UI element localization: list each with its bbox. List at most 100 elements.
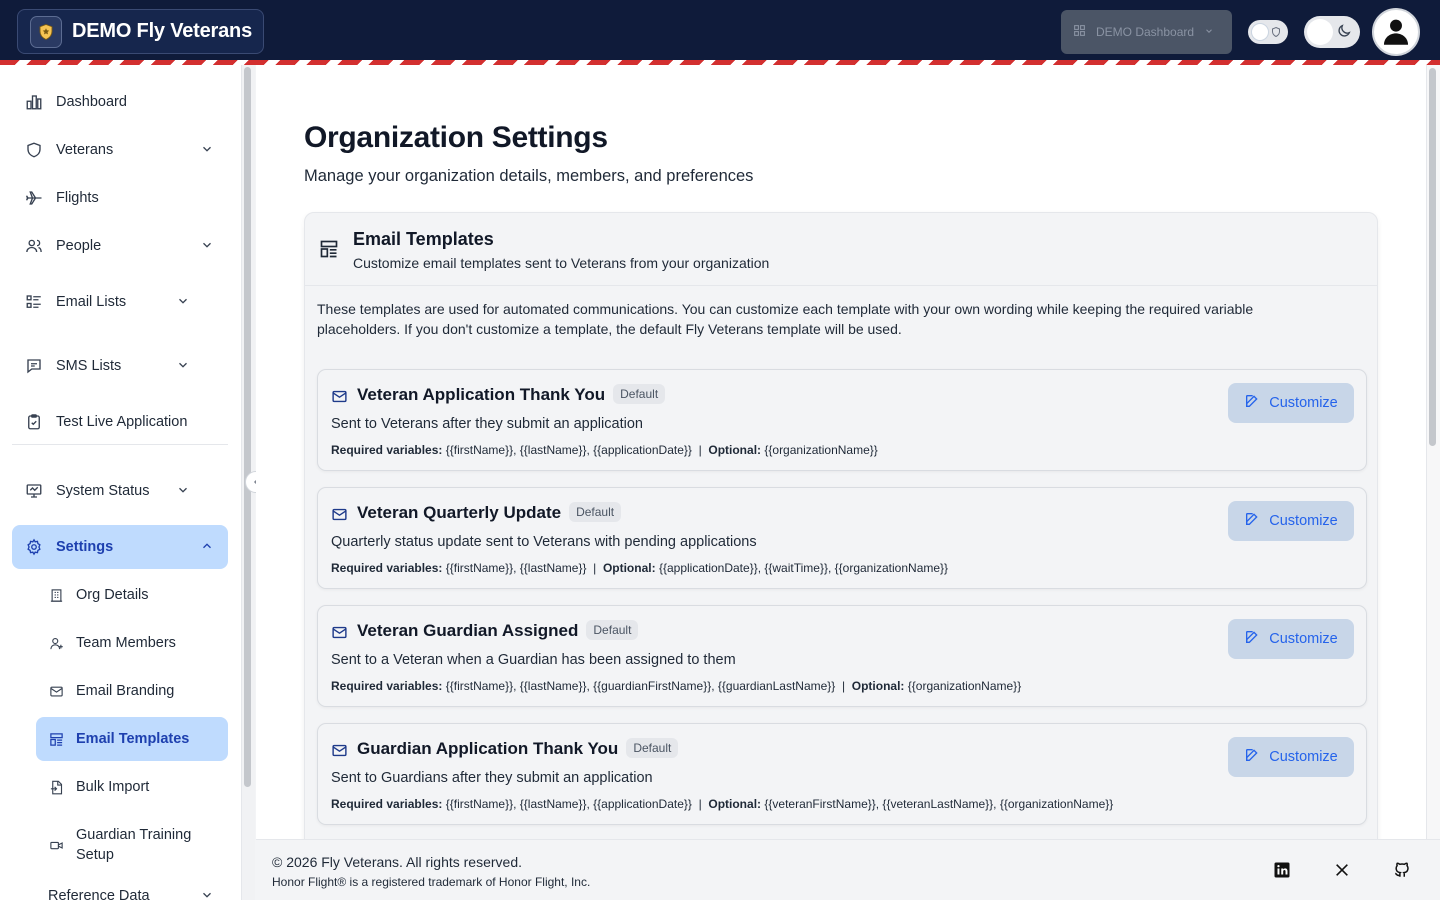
- sidebar-item-label: SMS Lists: [56, 358, 122, 374]
- sidebar-item-email-lists[interactable]: Email Lists: [12, 280, 204, 324]
- customize-button[interactable]: Customize: [1228, 737, 1354, 777]
- sidebar-scrollbar-thumb[interactable]: [244, 67, 251, 787]
- sidebar-item-sms-lists[interactable]: SMS Lists: [12, 344, 204, 388]
- sidebar-subitem-label: Email Templates: [76, 731, 190, 747]
- linkedin-icon[interactable]: [1272, 860, 1292, 880]
- sidebar-item-people[interactable]: People: [12, 224, 228, 268]
- template-description: Sent to a Veteran when a Guardian has be…: [331, 652, 736, 668]
- optional-variables: {{organizationName}}: [764, 443, 878, 457]
- template-name-text: Guardian Application Thank You: [357, 739, 619, 758]
- shield-logo-icon: [30, 15, 62, 48]
- chevron-down-icon: [200, 142, 214, 160]
- chevron-down-icon: [176, 358, 190, 376]
- sidebar-item-settings[interactable]: Settings: [12, 525, 228, 569]
- mail-icon: [331, 506, 348, 528]
- sidebar-subitem-label: Guardian Training Setup: [76, 825, 191, 865]
- sidebar-subitem-org-details[interactable]: Org Details: [36, 573, 228, 617]
- chevron-down-icon: [176, 294, 190, 312]
- chevron-up-icon: [200, 539, 214, 557]
- main-scrollbar-thumb[interactable]: [1429, 68, 1436, 446]
- template-name-text: Veteran Application Thank You: [357, 385, 606, 404]
- sidebar-subitem-team-members[interactable]: Team Members: [36, 621, 228, 665]
- grid-icon: [1073, 24, 1086, 40]
- github-icon[interactable]: [1392, 860, 1412, 880]
- required-variables: {{firstName}}, {{lastName}}, {{applicati…: [445, 443, 692, 457]
- template-variables: Required variables: {{firstName}}, {{las…: [331, 443, 878, 457]
- sidebar-subitem-label: Org Details: [76, 587, 149, 603]
- sidebar-item-reference-data[interactable]: Reference Data: [36, 874, 228, 900]
- video-icon: [48, 837, 64, 853]
- sidebar-subitem-email-branding[interactable]: Email Branding: [36, 669, 228, 713]
- mail-icon: [331, 742, 348, 764]
- brand-title: DEMO Fly Veterans: [72, 20, 252, 42]
- footer-copyright: © 2026 Fly Veterans. All rights reserved…: [272, 854, 522, 870]
- sidebar-item-test-live-application[interactable]: Test Live Application: [12, 400, 228, 444]
- template-description: Quarterly status update sent to Veterans…: [331, 534, 757, 550]
- sidebar-item-dashboard[interactable]: Dashboard: [12, 80, 228, 124]
- mode-toggle[interactable]: [1248, 20, 1288, 44]
- sidebar: Dashboard Veterans Flights People Email …: [0, 65, 241, 900]
- page-subtitle: Manage your organization details, member…: [304, 167, 754, 185]
- template-name: Veteran Guardian Assigned Default: [357, 620, 639, 641]
- mail-icon: [331, 388, 348, 410]
- plane-icon: [24, 188, 44, 208]
- customize-button[interactable]: Customize: [1228, 501, 1354, 541]
- shield-icon: [1270, 25, 1282, 43]
- monitor-icon: [24, 481, 44, 501]
- template-variables: Required variables: {{firstName}}, {{las…: [331, 561, 949, 575]
- sidebar-subitem-label: Email Branding: [76, 683, 175, 699]
- mail-icon: [331, 624, 348, 646]
- sidebar-subitem-guardian-training-setup[interactable]: Guardian Training Setup: [36, 819, 228, 871]
- card-title: Email Templates: [353, 229, 494, 249]
- optional-variables: {{applicationDate}}, {{waitTime}}, {{org…: [658, 561, 949, 575]
- chevron-down-icon: [1204, 25, 1214, 39]
- message-icon: [24, 356, 44, 376]
- template-name: Veteran Quarterly Update Default: [357, 502, 622, 523]
- sidebar-subitem-label: Team Members: [76, 635, 176, 651]
- gear-icon: [24, 537, 44, 557]
- toggle-knob: [1251, 23, 1269, 41]
- x-twitter-icon[interactable]: [1332, 860, 1352, 880]
- default-badge: Default: [586, 620, 639, 640]
- sidebar-item-flights[interactable]: Flights: [12, 176, 228, 220]
- shield-icon: [24, 140, 44, 160]
- sidebar-item-label: Flights: [56, 190, 99, 206]
- required-variables: {{firstName}}, {{lastName}}: [445, 561, 587, 575]
- template-icon: [319, 239, 339, 264]
- customize-button[interactable]: Customize: [1228, 383, 1354, 423]
- sidebar-item-label: Settings: [56, 539, 114, 555]
- template-name: Veteran Application Thank You Default: [357, 384, 666, 405]
- required-label: Required variables:: [331, 443, 443, 457]
- edit-icon: [1244, 511, 1260, 531]
- sidebar-item-label: Dashboard: [56, 94, 127, 110]
- sidebar-subitem-bulk-import[interactable]: Bulk Import: [36, 765, 228, 809]
- label-line: Setup: [76, 847, 114, 863]
- customize-label: Customize: [1269, 631, 1338, 647]
- dark-mode-toggle[interactable]: [1304, 16, 1360, 48]
- customize-button[interactable]: Customize: [1228, 619, 1354, 659]
- file-import-icon: [48, 779, 64, 795]
- template-row: Veteran Quarterly Update Default Quarterl…: [317, 487, 1367, 589]
- optional-label: Optional:: [708, 443, 762, 457]
- template-row: Guardian Application Thank You Default Se…: [317, 723, 1367, 825]
- sidebar-divider: [12, 444, 228, 445]
- sidebar-item-label: Reference Data: [48, 888, 150, 900]
- optional-variables: {{organizationName}}: [907, 679, 1022, 693]
- org-selector-label: DEMO Dashboard: [1096, 25, 1195, 39]
- sidebar-item-label: People: [56, 238, 102, 254]
- template-name: Guardian Application Thank You Default: [357, 738, 679, 759]
- toggle-knob: [1307, 19, 1333, 45]
- template-description: Sent to Veterans after they submit an ap…: [331, 416, 643, 432]
- required-label: Required variables:: [331, 797, 443, 811]
- sidebar-item-veterans[interactable]: Veterans: [12, 128, 228, 172]
- user-plus-icon: [48, 635, 64, 651]
- user-avatar-button[interactable]: [1372, 8, 1420, 56]
- customize-label: Customize: [1269, 513, 1338, 529]
- sidebar-item-system-status[interactable]: System Status: [12, 469, 204, 513]
- list-icon: [24, 292, 44, 312]
- sidebar-subitem-email-templates[interactable]: Email Templates: [36, 717, 228, 761]
- optional-label: Optional:: [851, 679, 905, 693]
- org-selector-dropdown[interactable]: DEMO Dashboard: [1061, 10, 1232, 54]
- brand-home-link[interactable]: DEMO Fly Veterans: [17, 9, 264, 54]
- page-title: Organization Settings: [304, 121, 608, 154]
